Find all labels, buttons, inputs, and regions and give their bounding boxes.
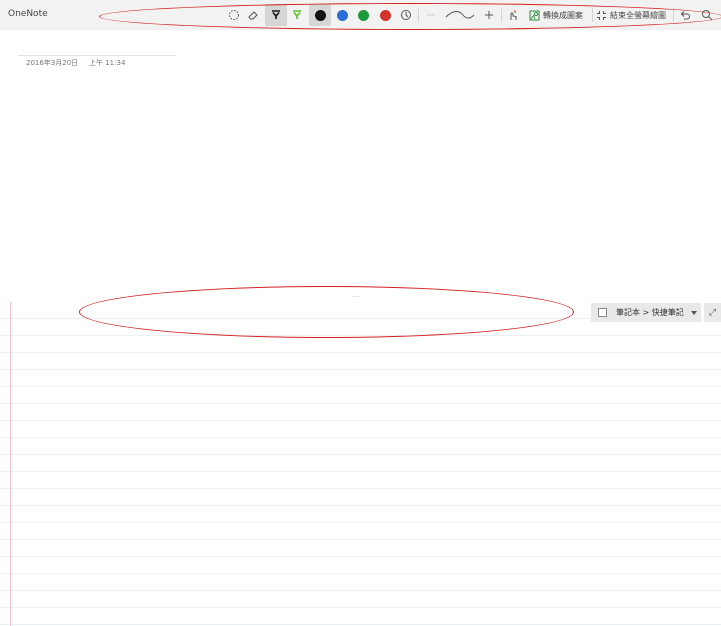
- thickness-curve-icon: [445, 11, 475, 19]
- notebook-path: 筆記本 > 快捷筆記: [616, 308, 684, 317]
- ink-color-red[interactable]: [378, 4, 392, 26]
- page-title-underline: [18, 55, 176, 56]
- search-button[interactable]: [700, 4, 714, 26]
- touch-draw-icon: [510, 10, 517, 20]
- color-picker-icon: [401, 10, 411, 20]
- thickness-preview: [444, 4, 476, 26]
- green-dot-icon: [357, 9, 369, 21]
- touch-draw-button[interactable]: [506, 4, 520, 26]
- expand-icon: ⤢: [708, 307, 717, 318]
- search-icon: [702, 10, 713, 21]
- black-dot-icon: [314, 9, 326, 21]
- convert-to-shapes-icon: [529, 10, 540, 20]
- lasso-select-icon: [229, 10, 239, 20]
- blue-dot-icon: [336, 9, 348, 21]
- pen-icon: [272, 10, 280, 19]
- page-time: 上午 11:34: [89, 59, 126, 67]
- exit-fullscreen-drawing-button[interactable]: 結束全螢幕繪圖: [596, 4, 670, 26]
- title-bar: OneNote 轉換成圖案 結束全螢幕繪圖: [0, 0, 721, 30]
- undo-button[interactable]: [678, 4, 692, 26]
- convert-to-shapes-label: 轉換成圖案: [543, 10, 583, 20]
- exit-fullscreen-label: 結束全螢幕繪圖: [610, 10, 666, 20]
- pen-tool[interactable]: [265, 4, 287, 26]
- toolbar-separator: [673, 8, 674, 22]
- convert-to-shapes-button[interactable]: 轉換成圖案: [529, 4, 587, 26]
- eraser-tool[interactable]: [246, 4, 260, 26]
- toolbar-separator: [592, 8, 593, 22]
- thickness-increase-button[interactable]: [482, 4, 496, 26]
- drag-handle: [353, 296, 360, 297]
- minus-icon: [427, 14, 435, 16]
- color-picker-button[interactable]: [399, 4, 413, 26]
- ink-color-green[interactable]: [356, 4, 370, 26]
- highlighter-tool[interactable]: [290, 4, 304, 26]
- page-date: 2016年3月20日: [26, 59, 79, 67]
- margin-line: [10, 302, 11, 626]
- notebook-selector[interactable]: 筆記本 > 快捷筆記: [591, 303, 701, 322]
- ruled-note-canvas[interactable]: [0, 302, 721, 626]
- chevron-down-icon: [690, 310, 697, 315]
- ink-color-blue[interactable]: [335, 4, 349, 26]
- eraser-icon: [248, 11, 258, 20]
- undo-icon: [680, 11, 690, 20]
- ink-color-black[interactable]: [309, 4, 331, 26]
- toolbar-separator: [418, 8, 419, 22]
- add-icon: [485, 11, 493, 19]
- app-title: OneNote: [8, 9, 48, 19]
- highlighter-icon: [293, 10, 301, 19]
- lasso-select-tool[interactable]: [227, 4, 241, 26]
- red-dot-icon: [379, 9, 391, 21]
- toolbar-separator: [501, 8, 502, 22]
- expand-button[interactable]: ⤢: [704, 303, 721, 322]
- notebook-icon: [598, 308, 607, 317]
- exit-fullscreen-icon: [597, 10, 606, 20]
- thickness-decrease-button[interactable]: [424, 4, 438, 26]
